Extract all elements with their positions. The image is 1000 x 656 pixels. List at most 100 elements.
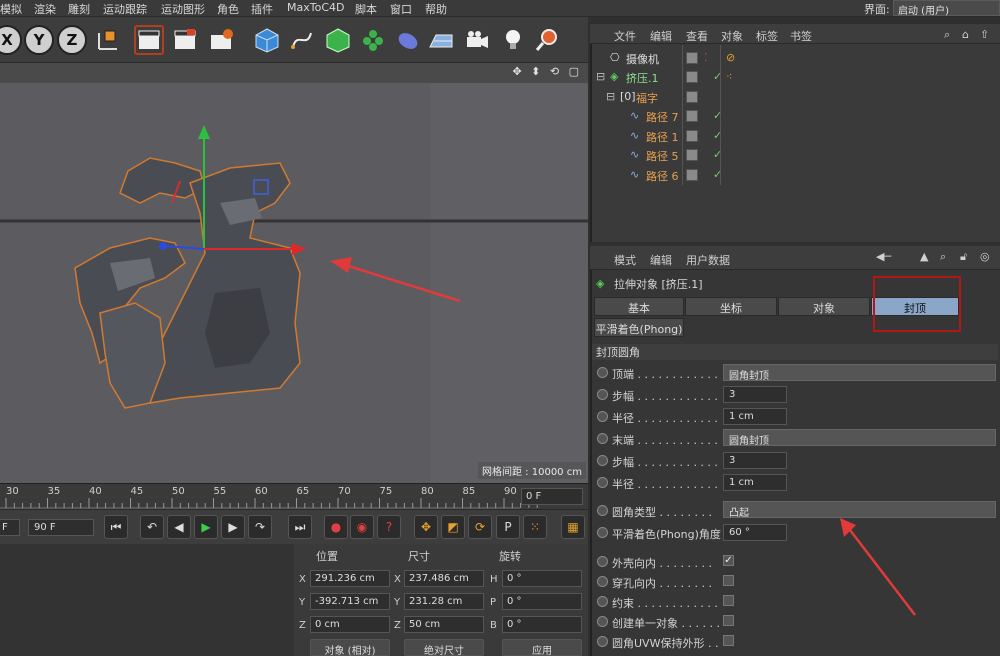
param-radio[interactable] xyxy=(597,616,608,627)
menu-maxtoc4d[interactable]: MaxToC4D xyxy=(287,1,344,14)
enabled-check-icon[interactable]: ✓ xyxy=(713,129,722,142)
param-radio[interactable] xyxy=(597,411,608,422)
render-settings-icon[interactable] xyxy=(206,25,236,55)
menu-plugins[interactable]: 插件 xyxy=(251,1,273,17)
tab-object[interactable]: 对象 xyxy=(778,297,870,316)
am-new-manager-icon[interactable]: ◎ xyxy=(980,250,990,263)
param-radio[interactable] xyxy=(597,477,608,488)
constrain-checkbox[interactable] xyxy=(723,595,734,606)
layer-tag-icon[interactable] xyxy=(686,52,698,64)
layer-tag-icon[interactable] xyxy=(686,130,698,142)
menu-motion-tracking[interactable]: 运动跟踪 xyxy=(103,1,147,17)
menu-character[interactable]: 角色 xyxy=(217,1,239,17)
render-picture-viewer-icon[interactable] xyxy=(170,25,200,55)
hole-inwards-checkbox[interactable] xyxy=(723,575,734,586)
am-back-arrow-icon[interactable]: ◀─ xyxy=(876,250,891,263)
parameter-key-icon[interactable]: P xyxy=(496,515,520,539)
rot-h-field[interactable]: 0 ° xyxy=(502,570,582,587)
viewport-nav-icon[interactable]: ✥ ⬍ ⟲ ▢ xyxy=(512,65,582,78)
param-radio[interactable] xyxy=(597,556,608,567)
am-menu-mode[interactable]: 模式 xyxy=(614,252,636,268)
layer-tag-icon[interactable] xyxy=(686,91,698,103)
layout-select[interactable]: 启动 (用户) xyxy=(893,0,1000,17)
layer-tag-icon[interactable] xyxy=(686,110,698,122)
om-search-icon[interactable]: ⌕ xyxy=(944,28,950,42)
size-mode-select[interactable]: 绝对尺寸 xyxy=(404,639,484,656)
deformer-icon[interactable] xyxy=(393,25,423,55)
apply-button[interactable]: 应用 xyxy=(502,639,582,656)
param-radio[interactable] xyxy=(597,576,608,587)
rotate-key-icon[interactable]: ⟳ xyxy=(468,515,492,539)
menu-mograph[interactable]: 运动图形 xyxy=(161,1,205,17)
param-radio[interactable] xyxy=(597,596,608,607)
om-home-icon[interactable]: ⌂ xyxy=(962,28,969,41)
end-radius-field[interactable]: 1 cm xyxy=(723,474,787,491)
layer-tag-icon[interactable] xyxy=(686,169,698,181)
menu-sculpt[interactable]: 雕刻 xyxy=(68,1,90,17)
object-row-extrude[interactable]: ⊟ ◈ 挤压.1 ✓ ⁖ xyxy=(592,68,998,87)
tab-phong[interactable]: 平滑着色(Phong) xyxy=(594,318,684,337)
param-radio[interactable] xyxy=(597,636,608,647)
expand-icon[interactable]: ⊟ xyxy=(596,70,605,83)
3d-viewport[interactable] xyxy=(0,63,588,483)
render-view-icon[interactable] xyxy=(134,25,164,55)
phong-angle-field[interactable]: 60 ° xyxy=(723,524,787,541)
go-to-end-icon[interactable]: ⏭ xyxy=(288,515,312,539)
record-keys-icon[interactable]: ● xyxy=(324,515,348,539)
enabled-check-icon[interactable]: ✓ xyxy=(713,109,722,122)
enabled-check-icon[interactable]: ✓ xyxy=(713,148,722,161)
om-menu-objects[interactable]: 对象 xyxy=(721,28,743,44)
size-x-field[interactable]: 237.486 cm xyxy=(404,570,484,587)
uvw-keep-shape-checkbox[interactable] xyxy=(723,635,734,646)
next-frame-icon[interactable]: ▶ xyxy=(221,515,245,539)
hull-inwards-checkbox[interactable]: ✓ xyxy=(723,555,734,566)
am-lock-icon[interactable]: 🔓︎ xyxy=(960,250,967,264)
mograph-cloner-icon[interactable] xyxy=(358,25,388,55)
tab-basic[interactable]: 基本 xyxy=(594,297,684,316)
enabled-check-icon[interactable]: ✓ xyxy=(713,168,722,181)
cube-icon[interactable] xyxy=(252,25,282,55)
coordinate-mode-select[interactable]: 对象 (相对) xyxy=(310,639,390,656)
param-radio[interactable] xyxy=(597,455,608,466)
floor-icon[interactable] xyxy=(426,25,456,55)
end-steps-field[interactable]: 3 xyxy=(723,452,787,469)
camera-icon[interactable] xyxy=(462,25,492,55)
param-radio[interactable] xyxy=(597,527,608,538)
param-radio[interactable] xyxy=(597,389,608,400)
am-menu-edit[interactable]: 编辑 xyxy=(650,252,672,268)
single-object-checkbox[interactable] xyxy=(723,615,734,626)
scale-key-icon[interactable]: ◩ xyxy=(441,515,465,539)
visibility-dots-icon[interactable]: ⁚ xyxy=(704,51,708,64)
timeline-ruler[interactable]: 30 35 40 45 50 55 60 65 70 75 80 85 90 xyxy=(0,483,588,509)
pos-z-field[interactable]: 0 cm xyxy=(310,616,390,633)
start-steps-field[interactable]: 3 xyxy=(723,386,787,403)
max-frame-field[interactable]: 90 F xyxy=(28,519,94,536)
om-menu-view[interactable]: 查看 xyxy=(686,28,708,44)
layer-tag-icon[interactable] xyxy=(686,71,698,83)
pos-x-field[interactable]: 291.236 cm xyxy=(310,570,390,587)
previous-key-icon[interactable]: ↶ xyxy=(140,515,164,539)
coordinate-system-icon[interactable] xyxy=(93,25,123,55)
object-row-path1[interactable]: ∿ 路径 1 ✓ xyxy=(592,127,998,146)
expand-icon[interactable]: ⊟ xyxy=(606,90,615,103)
tab-coord[interactable]: 坐标 xyxy=(685,297,777,316)
layer-tag-icon[interactable] xyxy=(686,149,698,161)
am-up-arrow-icon[interactable]: ▲ xyxy=(920,250,928,263)
om-up-icon[interactable]: ⇧ xyxy=(980,28,989,41)
am-menu-userdata[interactable]: 用户数据 xyxy=(686,252,730,268)
am-search-icon[interactable]: ⌕ xyxy=(940,250,946,264)
scene-search-icon[interactable] xyxy=(532,25,562,55)
light-icon[interactable] xyxy=(498,25,528,55)
param-radio[interactable] xyxy=(597,433,608,444)
menu-render[interactable]: 渲染 xyxy=(34,1,56,17)
om-menu-bookmarks[interactable]: 书签 xyxy=(790,28,812,44)
min-frame-field[interactable]: F xyxy=(0,519,20,536)
menu-script[interactable]: 脚本 xyxy=(355,1,377,17)
start-radius-field[interactable]: 1 cm xyxy=(723,408,787,425)
end-cap-select[interactable]: 圆角封顶 xyxy=(723,429,996,447)
y-axis-button[interactable]: Y xyxy=(24,25,54,55)
go-to-start-icon[interactable]: ⏮ xyxy=(104,515,128,539)
move-key-icon[interactable]: ✥ xyxy=(414,515,438,539)
previous-frame-icon[interactable]: ◀ xyxy=(167,515,191,539)
autokey-icon[interactable]: ◉ xyxy=(350,515,374,539)
